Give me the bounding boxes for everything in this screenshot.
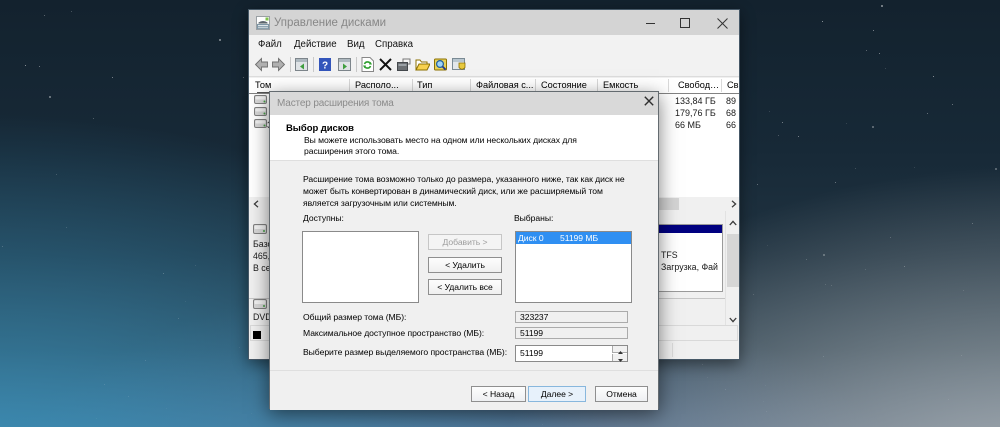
svg-text:?: ? <box>322 61 328 72</box>
